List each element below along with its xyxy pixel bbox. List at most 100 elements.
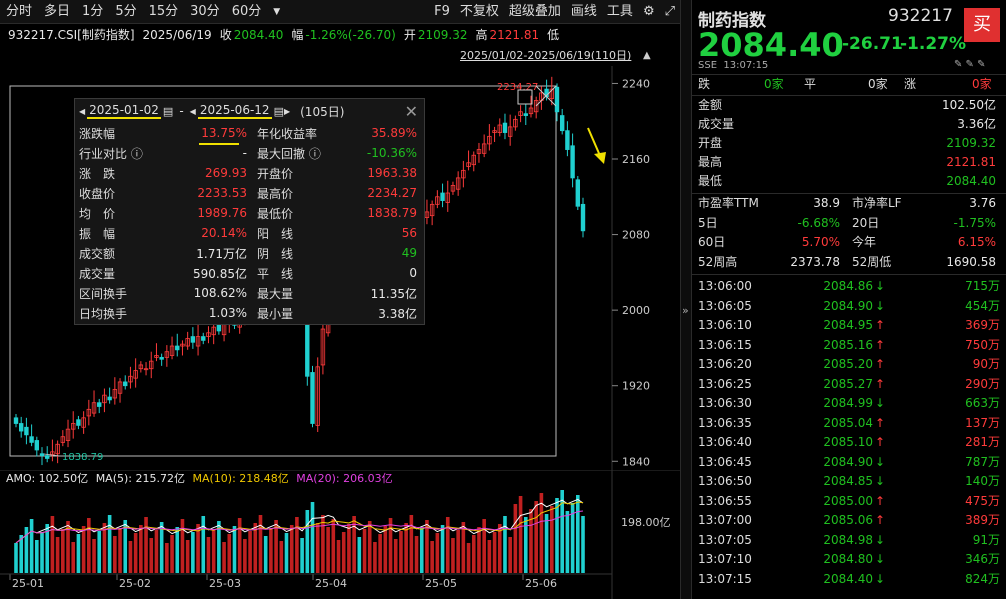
volume-bar: [347, 524, 351, 573]
candle-body: [24, 426, 29, 436]
candle-body: [502, 122, 508, 133]
tab-multi-day[interactable]: 多日: [38, 0, 76, 24]
valuation-label: 5日: [698, 215, 718, 230]
stat-label: 最高价: [257, 186, 294, 201]
candle-body: [440, 192, 445, 201]
volume-bar: [113, 536, 117, 573]
tab-15min[interactable]: 15分: [143, 0, 185, 24]
tab-1min[interactable]: 1分: [76, 0, 109, 24]
tools-button[interactable]: 工具: [602, 0, 638, 24]
tick-time: 13:06:00: [698, 279, 752, 293]
tab-30min[interactable]: 30分: [184, 0, 226, 24]
arrow-down-icon: ↓: [875, 298, 886, 313]
arrow-up-icon: ↑: [875, 435, 886, 449]
panel-divider[interactable]: »: [680, 0, 692, 599]
f9-button[interactable]: F9: [429, 0, 455, 24]
stat-label: 行业对比 ⓘ: [79, 146, 143, 161]
tick-row: 13:06:10 2084.95 ↑ 369万: [692, 316, 1006, 336]
stats-row: 涨跌幅 13.75% 年化收益率 35.89%: [79, 123, 417, 143]
candle-body: [34, 440, 40, 451]
y-tick-label: 2000: [622, 304, 650, 317]
tick-price: 2084.95: [823, 318, 873, 332]
breadth-down-label: 跌: [698, 77, 711, 91]
valuation-value: 3.76: [969, 196, 996, 210]
candle-body: [216, 324, 222, 332]
stats-row: 成交额 1.71万亿阴 线 49: [79, 243, 417, 263]
tab-60min[interactable]: 60分: [226, 0, 268, 24]
valuation-row: 52周高 2373.78 52周低 1690.58: [692, 253, 1006, 272]
ma5-line: [15, 498, 584, 544]
arrow-down-icon: ↓: [875, 474, 886, 488]
edit-icons[interactable]: ✎ ✎ ✎: [954, 59, 986, 70]
next-end-icon[interactable]: ▶: [284, 107, 290, 116]
range-text[interactable]: 2025/01/02-2025/06/19(110日): [460, 48, 665, 64]
stat-label: 区间换手: [79, 286, 128, 301]
price-change: -26.71: [842, 34, 903, 54]
valuation-value: 5.70%: [801, 235, 840, 249]
volume-bar: [40, 532, 44, 573]
stats-row: 成交量 590.85亿平 线 0: [79, 263, 417, 283]
settings-icon[interactable]: ⚙: [638, 0, 660, 24]
calendar-icon[interactable]: ▤: [274, 105, 284, 118]
high-label: 高: [475, 28, 488, 42]
expand-icon[interactable]: »: [682, 304, 689, 317]
volume-bar: [471, 535, 476, 573]
start-date-field[interactable]: 2025-01-02: [87, 103, 161, 119]
period-dropdown-icon[interactable]: ▼: [267, 0, 286, 24]
candle-body: [580, 203, 586, 232]
no-adjust-button[interactable]: 不复权: [455, 0, 504, 24]
tab-5min[interactable]: 5分: [109, 0, 142, 24]
volume-bar: [508, 537, 512, 573]
volume-bar: [55, 537, 60, 573]
quote-panel: 制药指数 932217 买 2084.40 -26.71 -1.27% SSE …: [692, 0, 1006, 599]
volume-bar: [87, 518, 91, 573]
volume-bar: [128, 541, 133, 573]
overlay-button[interactable]: 超级叠加: [504, 0, 566, 24]
volume-bar: [435, 533, 440, 573]
buy-button[interactable]: 买: [964, 8, 1000, 42]
prev-end-icon[interactable]: ◀: [190, 107, 196, 116]
stat-row: 金额 102.50亿: [692, 96, 1006, 115]
volume-bar: [14, 543, 18, 573]
volume-bar: [336, 540, 341, 573]
volume-chart[interactable]: 198.00亿 25-01 25-02 25-03 25-04 25-05 25-06: [0, 470, 680, 599]
triangle-up-icon[interactable]: ▲: [643, 50, 657, 62]
stat-row: 最低 2084.40: [692, 172, 1006, 191]
volume-bar: [315, 523, 320, 573]
tab-intraday[interactable]: 分时: [0, 0, 38, 24]
tick-time: 13:07:00: [698, 513, 752, 527]
tick-time: 13:06:55: [698, 493, 752, 508]
prev-start-icon[interactable]: ◀: [79, 107, 85, 116]
exchange: SSE: [698, 60, 718, 71]
stat-label: 均 价: [79, 206, 116, 221]
y-tick-label: 2160: [622, 153, 650, 166]
calendar-icon[interactable]: ▤: [163, 105, 173, 118]
candle-body: [29, 436, 34, 443]
candle-body: [45, 455, 50, 459]
chart-pane: 分时 多日 1分 5分 15分 30分 60分 ▼ F9 不复权 超级叠加 画线…: [0, 0, 680, 599]
valuation-value: -1.75%: [953, 215, 996, 230]
tick-volume: 389万: [965, 513, 1000, 527]
stat-value: -: [242, 146, 247, 160]
tick-row: 13:06:30 2084.99 ↓ 663万: [692, 394, 1006, 414]
tick-price: 2084.90: [823, 298, 873, 313]
volume-bar: [165, 543, 169, 573]
stats-row: 均 价 1989.76 最低价 1838.79: [79, 203, 417, 223]
candle-body: [523, 113, 528, 116]
draw-line-button[interactable]: 画线: [566, 0, 602, 24]
candle-body: [570, 145, 575, 179]
stat-value: 1.03%: [208, 306, 247, 320]
end-date-field[interactable]: 2025-06-12: [197, 103, 272, 119]
tick-time: 13:07:05: [698, 532, 752, 547]
amp-label: 幅: [291, 28, 304, 42]
volume-bar: [237, 518, 242, 573]
fullscreen-icon[interactable]: ⤢: [660, 0, 680, 24]
quote-time: 13:07:15: [723, 60, 769, 71]
tick-volume: 290万: [965, 376, 1000, 391]
tick-time: 13:06:25: [698, 376, 752, 391]
stat-label: 日均换手: [79, 306, 128, 321]
stat-label: 最低: [698, 174, 723, 188]
close-icon[interactable]: ✕: [405, 102, 418, 121]
stat-label: 最小量: [257, 306, 294, 321]
stat-value: 49: [401, 246, 417, 260]
